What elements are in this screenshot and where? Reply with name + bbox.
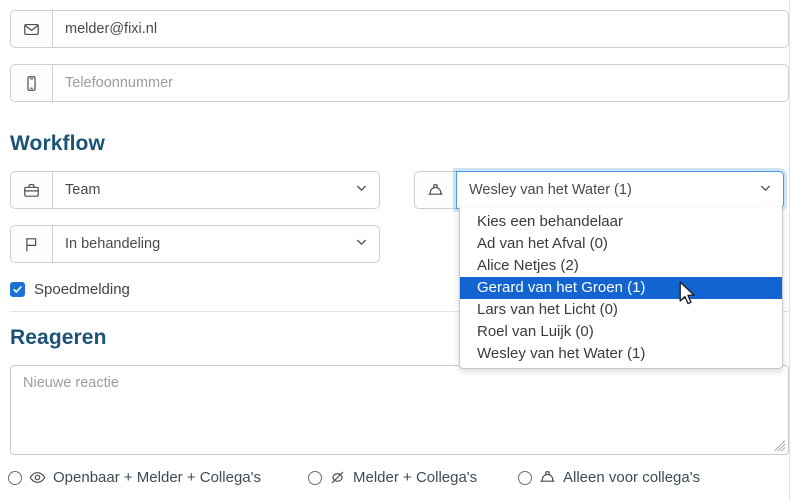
handler-dropdown-list[interactable]: Kies een behandelaar Ad van het Afval (0…	[459, 207, 783, 369]
dropdown-option[interactable]: Kies een behandelaar	[460, 211, 782, 233]
dropdown-option[interactable]: Ad van het Afval (0)	[460, 233, 782, 255]
urgent-checkbox-row[interactable]: Spoedmelding	[10, 281, 130, 298]
radio-button[interactable]	[8, 470, 22, 485]
team-select-value: Team	[65, 182, 101, 198]
eye-off-icon	[329, 469, 346, 486]
visibility-option-reporter[interactable]: Melder + Collega's	[308, 469, 477, 486]
workflow-heading: Workflow	[10, 132, 105, 155]
page-right-edge	[789, 0, 790, 500]
mobile-phone-icon	[10, 64, 52, 102]
radio-button[interactable]	[518, 470, 532, 485]
dropdown-option[interactable]: Wesley van het Water (1)	[460, 343, 782, 365]
team-select-group[interactable]: Team	[10, 171, 380, 209]
chevron-down-icon	[759, 182, 772, 199]
visibility-option-public[interactable]: Openbaar + Melder + Collega's	[8, 469, 261, 486]
comment-textarea[interactable]: Nieuwe reactie	[10, 365, 789, 455]
phone-placeholder: Telefoonnummer	[65, 75, 173, 91]
phone-field[interactable]: Telefoonnummer	[52, 64, 789, 102]
dropdown-option[interactable]: Roel van Luijk (0)	[460, 321, 782, 343]
email-field[interactable]: melder@fixi.nl	[52, 10, 789, 48]
dropdown-option[interactable]: Lars van het Licht (0)	[460, 299, 782, 321]
phone-input-group[interactable]: Telefoonnummer	[10, 64, 789, 102]
team-select[interactable]: Team	[52, 171, 380, 209]
hard-hat-icon	[414, 171, 456, 209]
visibility-option-label: Openbaar + Melder + Collega's	[53, 469, 261, 486]
status-select-value: In behandeling	[65, 236, 161, 252]
handler-select[interactable]: Wesley van het Water (1)	[456, 171, 784, 209]
briefcase-icon	[10, 171, 52, 209]
visibility-option-colleagues[interactable]: Alleen voor collega's	[518, 469, 700, 486]
handler-select-value: Wesley van het Water (1)	[469, 182, 632, 198]
urgent-checkbox-label: Spoedmelding	[34, 281, 130, 298]
dropdown-option[interactable]: Alice Netjes (2)	[460, 255, 782, 277]
visibility-radio-group: Openbaar + Melder + Collega's Melder + C…	[0, 465, 789, 495]
dropdown-option-selected[interactable]: Gerard van het Groen (1)	[460, 277, 782, 299]
resize-handle-icon[interactable]	[773, 439, 786, 452]
chevron-down-icon	[355, 182, 368, 199]
flag-icon	[10, 225, 52, 263]
reply-heading: Reageren	[10, 326, 107, 349]
handler-select-group[interactable]: Wesley van het Water (1)	[414, 171, 784, 209]
email-input-group[interactable]: melder@fixi.nl	[10, 10, 789, 48]
eye-icon	[29, 469, 46, 486]
hard-hat-icon	[539, 469, 556, 486]
envelope-icon	[10, 10, 52, 48]
visibility-option-label: Melder + Collega's	[353, 469, 478, 486]
urgent-checkbox[interactable]	[10, 282, 25, 297]
status-select[interactable]: In behandeling	[52, 225, 380, 263]
email-value: melder@fixi.nl	[65, 21, 158, 37]
form-page: melder@fixi.nl Telefoonnummer Workflow T	[0, 0, 800, 500]
visibility-option-label: Alleen voor collega's	[563, 469, 701, 486]
status-select-group[interactable]: In behandeling	[10, 225, 380, 263]
chevron-down-icon	[355, 236, 368, 253]
radio-button[interactable]	[308, 470, 322, 485]
comment-placeholder: Nieuwe reactie	[23, 375, 119, 391]
